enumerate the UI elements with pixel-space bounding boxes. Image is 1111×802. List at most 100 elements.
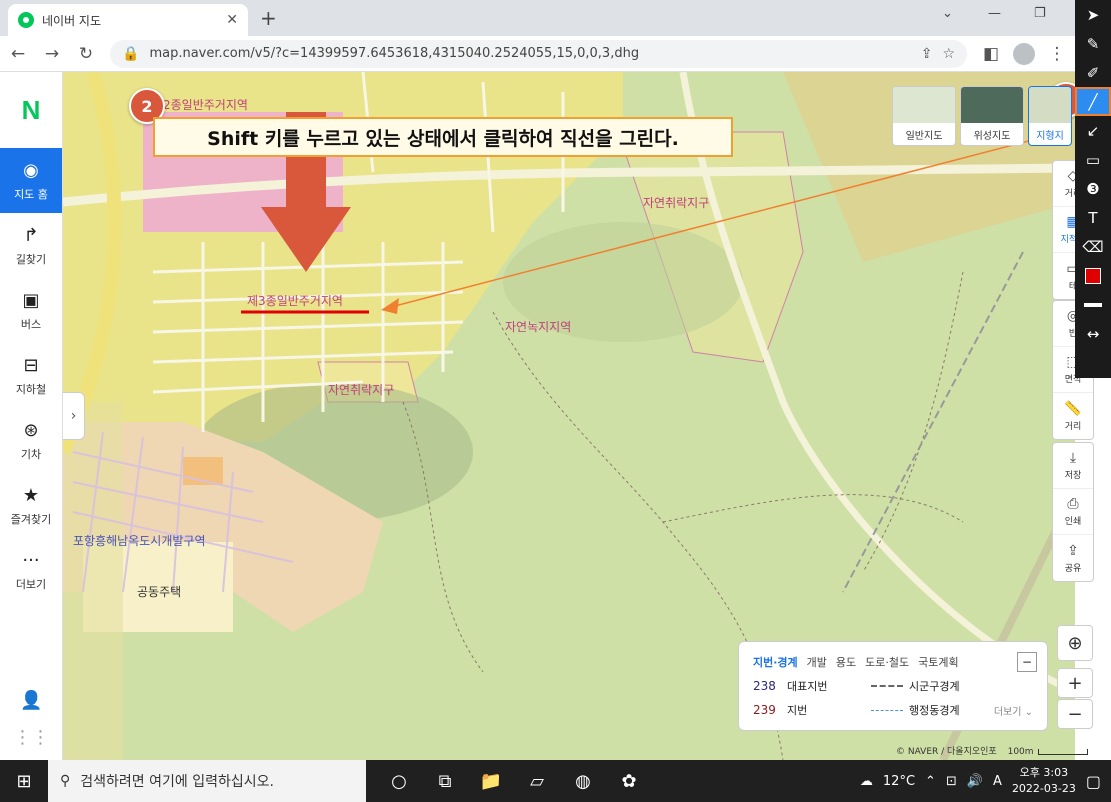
color-picker[interactable] xyxy=(1075,261,1111,290)
number-tool[interactable]: ❸ xyxy=(1075,174,1111,203)
legend-desc: 지번 xyxy=(787,704,808,717)
cursor-tool[interactable]: ➤ xyxy=(1075,0,1111,29)
zoom-in-button[interactable]: + xyxy=(1057,668,1093,698)
network-icon[interactable]: ⊡ xyxy=(946,774,957,789)
chrome-icon[interactable]: ◍ xyxy=(570,768,596,794)
expand-arrows-icon: ↔ xyxy=(1086,324,1100,343)
reload-icon[interactable]: ↻ xyxy=(76,44,96,64)
control-label: 인쇄 xyxy=(1064,517,1082,527)
tray-chevron-icon[interactable]: ⌃ xyxy=(925,774,936,789)
map-type-label: 위성지도 xyxy=(973,130,1011,142)
legend-collapse-button[interactable]: − xyxy=(1017,652,1037,672)
menu-kebab-icon[interactable]: ⋮ xyxy=(1047,44,1067,64)
toolbar-expand[interactable]: ↔ xyxy=(1075,319,1111,348)
legend-tab-lot[interactable]: 지번·경계 xyxy=(753,654,798,670)
taskbar-clock[interactable]: 오후 3:03 2022-03-23 xyxy=(1012,765,1076,797)
volume-icon[interactable]: 🔊 xyxy=(967,774,983,789)
new-tab-icon[interactable]: + xyxy=(260,6,277,30)
legend-tab-plan[interactable]: 국토계획 xyxy=(918,654,958,670)
rectangle-tool[interactable]: ▭ xyxy=(1075,145,1111,174)
more-icon: ··· xyxy=(22,549,40,571)
cortana-icon[interactable]: ○ xyxy=(386,768,412,794)
legend-more-link[interactable]: 더보기 ⌄ xyxy=(994,703,1033,718)
legend-tab-road[interactable]: 도로·철도 xyxy=(865,654,909,670)
download-icon: ⤓ xyxy=(1069,450,1077,466)
sidebar-item-subway[interactable]: ⊟ 지하철 xyxy=(0,343,62,408)
sidebar-item-map-home[interactable]: ◉ 지도 홈 xyxy=(0,148,62,213)
restore-icon[interactable]: ❐ xyxy=(1034,6,1046,21)
legend-tab-use[interactable]: 용도 xyxy=(836,654,856,670)
naver-sidebar: N ◉ 지도 홈 ↱ 길찾기 ▣ 버스 ⊟ 지하철 ⊛ 기차 ★ 즐겨찾기 ··… xyxy=(0,72,63,760)
minimize-icon[interactable]: — xyxy=(988,6,1001,21)
sidebar-item-label: 버스 xyxy=(20,317,42,331)
sidebar-item-bus[interactable]: ▣ 버스 xyxy=(0,278,62,343)
profile-avatar[interactable] xyxy=(1013,42,1035,65)
address-bar[interactable]: 🔒 map.naver.com/v5/?c=14399597.6453618,4… xyxy=(110,39,967,68)
distance-button[interactable]: 📏 거리 xyxy=(1053,393,1093,439)
browser-tab-naver-map[interactable]: 네이버 지도 ✕ xyxy=(8,4,248,36)
marker-icon: ✐ xyxy=(1086,63,1100,82)
taskbar-search[interactable]: ⚲ 검색하려면 여기에 입력하십시오. xyxy=(48,760,366,802)
marker-tool[interactable]: ✐ xyxy=(1075,58,1111,87)
zoom-out-button[interactable]: − xyxy=(1057,699,1093,729)
save-button[interactable]: ⤓ 저장 xyxy=(1053,443,1093,489)
paint-app-icon[interactable]: ✿ xyxy=(616,768,642,794)
weather-cloud-icon[interactable]: ☁ xyxy=(860,774,873,789)
line-tool[interactable]: ╱ xyxy=(1075,87,1111,116)
bookmark-star-icon[interactable]: ☆ xyxy=(942,46,955,62)
zone-label-nature-village-top[interactable]: 자연취락지구 xyxy=(643,194,709,211)
my-location-button[interactable]: ⊕ xyxy=(1057,625,1093,661)
map-type-terrain[interactable]: 지형지 xyxy=(1028,86,1072,146)
sidebar-item-favorites[interactable]: ★ 즐겨찾기 xyxy=(0,473,62,538)
naver-logo[interactable]: N xyxy=(0,72,62,148)
ime-indicator[interactable]: A xyxy=(993,774,1002,789)
share-button[interactable]: ⇪ 공유 xyxy=(1053,535,1093,581)
sidebar-item-more[interactable]: ··· 더보기 xyxy=(0,538,62,603)
tab-close-icon[interactable]: ✕ xyxy=(226,12,238,28)
locate-icon: ⊕ xyxy=(1067,632,1083,654)
sidebar-item-directions[interactable]: ↱ 길찾기 xyxy=(0,213,62,278)
back-icon[interactable]: ← xyxy=(8,44,28,64)
zone-label-residential-2[interactable]: 2종일반주거지역 xyxy=(163,96,248,113)
share-icon[interactable]: ⇪ xyxy=(921,46,933,62)
start-button[interactable]: ⊞ xyxy=(0,771,48,792)
map-controls-group-3: ⤓ 저장 ⎙ 인쇄 ⇪ 공유 xyxy=(1052,442,1094,582)
zone-label-residential-3[interactable]: 제3종일반주거지역 xyxy=(247,292,343,309)
file-explorer-icon[interactable]: 📁 xyxy=(478,768,504,794)
expand-panel-button[interactable]: › xyxy=(63,392,85,440)
map-type-satellite[interactable]: 위성지도 xyxy=(960,86,1024,146)
zone-label-nature-green[interactable]: 자연녹지지역 xyxy=(505,318,571,335)
legend-line-label: 행정동경계 xyxy=(909,704,960,717)
task-view-icon[interactable]: ⧉ xyxy=(432,768,458,794)
print-icon: ⎙ xyxy=(1067,496,1079,512)
zone-label-housing[interactable]: 공동주택 xyxy=(137,583,181,600)
forward-icon[interactable]: → xyxy=(42,44,62,64)
chevron-right-icon: › xyxy=(70,408,77,424)
zone-label-nature-village-mid[interactable]: 자연취락지구 xyxy=(328,381,394,398)
side-panel-icon[interactable]: ◧ xyxy=(981,44,1001,64)
arrow-tool[interactable]: ↙ xyxy=(1075,116,1111,145)
apps-grid-icon[interactable]: ⋮⋮ xyxy=(14,727,50,748)
lock-icon[interactable]: 🔒 xyxy=(122,46,139,62)
pen-tool[interactable]: ✎ xyxy=(1075,29,1111,58)
line-icon: ╱ xyxy=(1088,92,1098,111)
control-label: 저장 xyxy=(1064,471,1082,481)
browser-toolbar: ← → ↻ 🔒 map.naver.com/v5/?c=14399597.645… xyxy=(0,36,1075,72)
sidebar-item-train[interactable]: ⊛ 기차 xyxy=(0,408,62,473)
satellite-map-thumbnail xyxy=(961,87,1023,123)
legend-tab-dev[interactable]: 개발 xyxy=(807,654,827,670)
print-button[interactable]: ⎙ 인쇄 xyxy=(1053,489,1093,535)
text-tool[interactable]: T xyxy=(1075,203,1111,232)
notes-app-icon[interactable]: ▱ xyxy=(524,768,550,794)
line-width-picker[interactable] xyxy=(1075,290,1111,319)
notification-icon[interactable]: ▢ xyxy=(1086,772,1101,791)
tab-search-chevron-icon[interactable]: ⌄ xyxy=(942,6,953,21)
share-icon: ⇪ xyxy=(1067,542,1079,559)
map-type-normal[interactable]: 일반지도 xyxy=(892,86,956,146)
user-icon[interactable]: 👤 xyxy=(20,690,42,711)
legend-line-sample xyxy=(871,709,903,711)
eraser-tool[interactable]: ⌫ xyxy=(1075,232,1111,261)
temperature-text[interactable]: 12°C xyxy=(883,774,915,789)
zone-label-development-district[interactable]: 포항흥해남옥도시개발구역 xyxy=(73,532,205,549)
url-text[interactable]: map.naver.com/v5/?c=14399597.6453618,431… xyxy=(149,46,910,61)
